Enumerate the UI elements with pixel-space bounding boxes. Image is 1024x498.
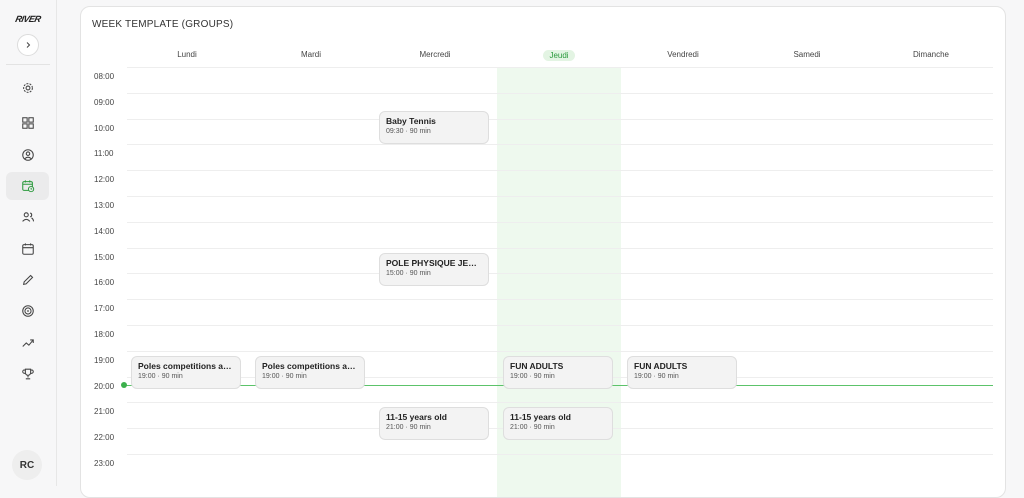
nav-item-stats[interactable] [6, 329, 49, 357]
hour-gridline [127, 325, 993, 326]
event-time: 09:30 · 90 min [386, 127, 431, 135]
hour-label: 14:00 [94, 226, 115, 236]
event-time: 19:00 · 90 min [634, 372, 679, 380]
hour-label: 22:00 [94, 433, 115, 443]
hour-label: 09:00 [94, 97, 115, 107]
app-logo[interactable]: RIVER [12, 12, 45, 26]
hour-label: 18:00 [94, 330, 115, 339]
hour-label: 12:00 [94, 175, 115, 185]
hour-gridline [127, 454, 993, 455]
user-avatar[interactable]: RC [12, 450, 42, 480]
day-header-label: Samedi [793, 50, 821, 59]
hour-label: 13:00 [94, 201, 115, 210]
event-card[interactable]: Baby Tennis 09:30 · 90 min [379, 110, 489, 144]
day-header-samedi: Samedi [745, 50, 869, 59]
nav-item-profile[interactable] [6, 141, 49, 169]
nav-item-settings[interactable] [6, 74, 49, 102]
hour-label: 21:00 [94, 407, 115, 417]
event-card[interactable]: 11-15 years old 21:00 · 90 min [379, 407, 489, 441]
day-header-dimanche: Dimanche [869, 50, 993, 59]
event-title: FUN ADULTS [634, 360, 688, 371]
hour-label: 16:00 [94, 278, 115, 288]
event-time: 19:00 · 90 min [138, 372, 183, 380]
nav-item-competitions[interactable] [6, 360, 49, 388]
page-title: WEEK TEMPLATE (GROUPS) [92, 19, 234, 30]
event-title: Poles competitions adultes [138, 360, 234, 371]
week-template-card: WEEK TEMPLATE (GROUPS) Lundi Mardi Mercred… [80, 6, 1006, 498]
nav-item-week-template[interactable] [6, 172, 49, 200]
calendar-clock-icon [21, 180, 34, 193]
hour-gridline [127, 67, 993, 68]
event-time: 15:00 · 90 min [386, 269, 431, 277]
hour-label: 11:00 [94, 149, 114, 159]
nav-item-goals[interactable] [6, 297, 49, 325]
calendar-icon [21, 243, 34, 255]
day-header-jeudi: Jeudi [497, 50, 621, 61]
day-header-label: Jeudi [543, 50, 575, 61]
sidebar: RIVER RC [0, 0, 57, 486]
hour-gridline [127, 118, 993, 120]
hour-gridline [127, 299, 993, 301]
day-header-mercredi: Mercredi [373, 50, 497, 59]
nav-item-edit[interactable] [6, 266, 49, 294]
users-icon [21, 212, 34, 222]
day-header-label: Mercredi [419, 50, 451, 59]
day-header-vendredi: Vendredi [621, 50, 745, 59]
event-card[interactable]: POLE PHYSIQUE JEUNES 15:00 · 90 min [379, 252, 489, 286]
event-title: Poles competitions adultes [262, 360, 358, 371]
nav-item-dashboard[interactable] [6, 109, 49, 137]
nav-item-calendar[interactable] [6, 235, 49, 263]
hour-label: 23:00 [94, 459, 115, 468]
hour-gridline [127, 221, 993, 223]
trending-up-icon [21, 339, 34, 347]
hour-gridline [127, 402, 993, 404]
event-time: 21:00 · 90 min [510, 424, 555, 432]
event-card[interactable]: Poles competitions adultes19:00 · 90 min [255, 355, 365, 389]
hour-label: 20:00 [94, 381, 115, 391]
target-icon [21, 305, 34, 317]
day-header-label: Vendredi [667, 50, 699, 59]
event-card[interactable]: FUN ADULTS 19:00 · 90 min [503, 355, 613, 389]
hour-gridline [127, 196, 993, 197]
chevron-right-icon [26, 42, 31, 48]
hour-gridline [127, 273, 993, 275]
dashboard-icon [21, 117, 34, 129]
event-title: FUN ADULTS [510, 360, 564, 371]
hour-label: 15:00 [94, 252, 115, 262]
trophy-icon [21, 368, 34, 380]
event-title: Baby Tennis [386, 115, 436, 126]
day-header-mardi: Mardi [249, 50, 373, 59]
day-header-lundi: Lundi [125, 50, 249, 59]
day-header-label: Mardi [300, 50, 321, 59]
event-title: 11-15 years old [510, 412, 571, 423]
hour-gridline [127, 170, 993, 172]
event-time: 19:00 · 90 min [262, 372, 307, 380]
sidebar-toggle-button[interactable] [17, 34, 39, 56]
hour-gridline [127, 247, 993, 249]
user-circle-icon [21, 149, 34, 161]
gear-icon [22, 83, 33, 93]
day-header-label: Dimanche [912, 50, 949, 59]
event-card[interactable]: Poles competitions adultes19:00 · 90 min [131, 355, 241, 389]
hour-gridline [127, 144, 993, 146]
nav-item-members[interactable] [6, 203, 49, 231]
hour-label: 17:00 [94, 304, 115, 314]
hour-gridline [127, 350, 993, 352]
event-card[interactable]: FUN ADULTS 19:00 · 90 min [627, 355, 737, 389]
pencil-icon [22, 274, 33, 286]
event-card[interactable]: 11-15 years old 21:00 · 90 min [503, 407, 613, 441]
day-header-label: Lundi [177, 50, 197, 59]
event-title: 11-15 years old [386, 412, 447, 423]
event-time: 21:00 · 90 min [386, 424, 431, 432]
event-title: POLE PHYSIQUE JEUNES [386, 257, 482, 268]
hour-label: 08:00 [94, 72, 115, 81]
hour-label: 19:00 [94, 355, 115, 365]
event-time: 19:00 · 90 min [510, 372, 555, 380]
hour-label: 10:00 [94, 123, 115, 133]
current-time-dot [121, 382, 127, 388]
hour-gridline [127, 92, 993, 94]
sidebar-divider [6, 64, 50, 65]
